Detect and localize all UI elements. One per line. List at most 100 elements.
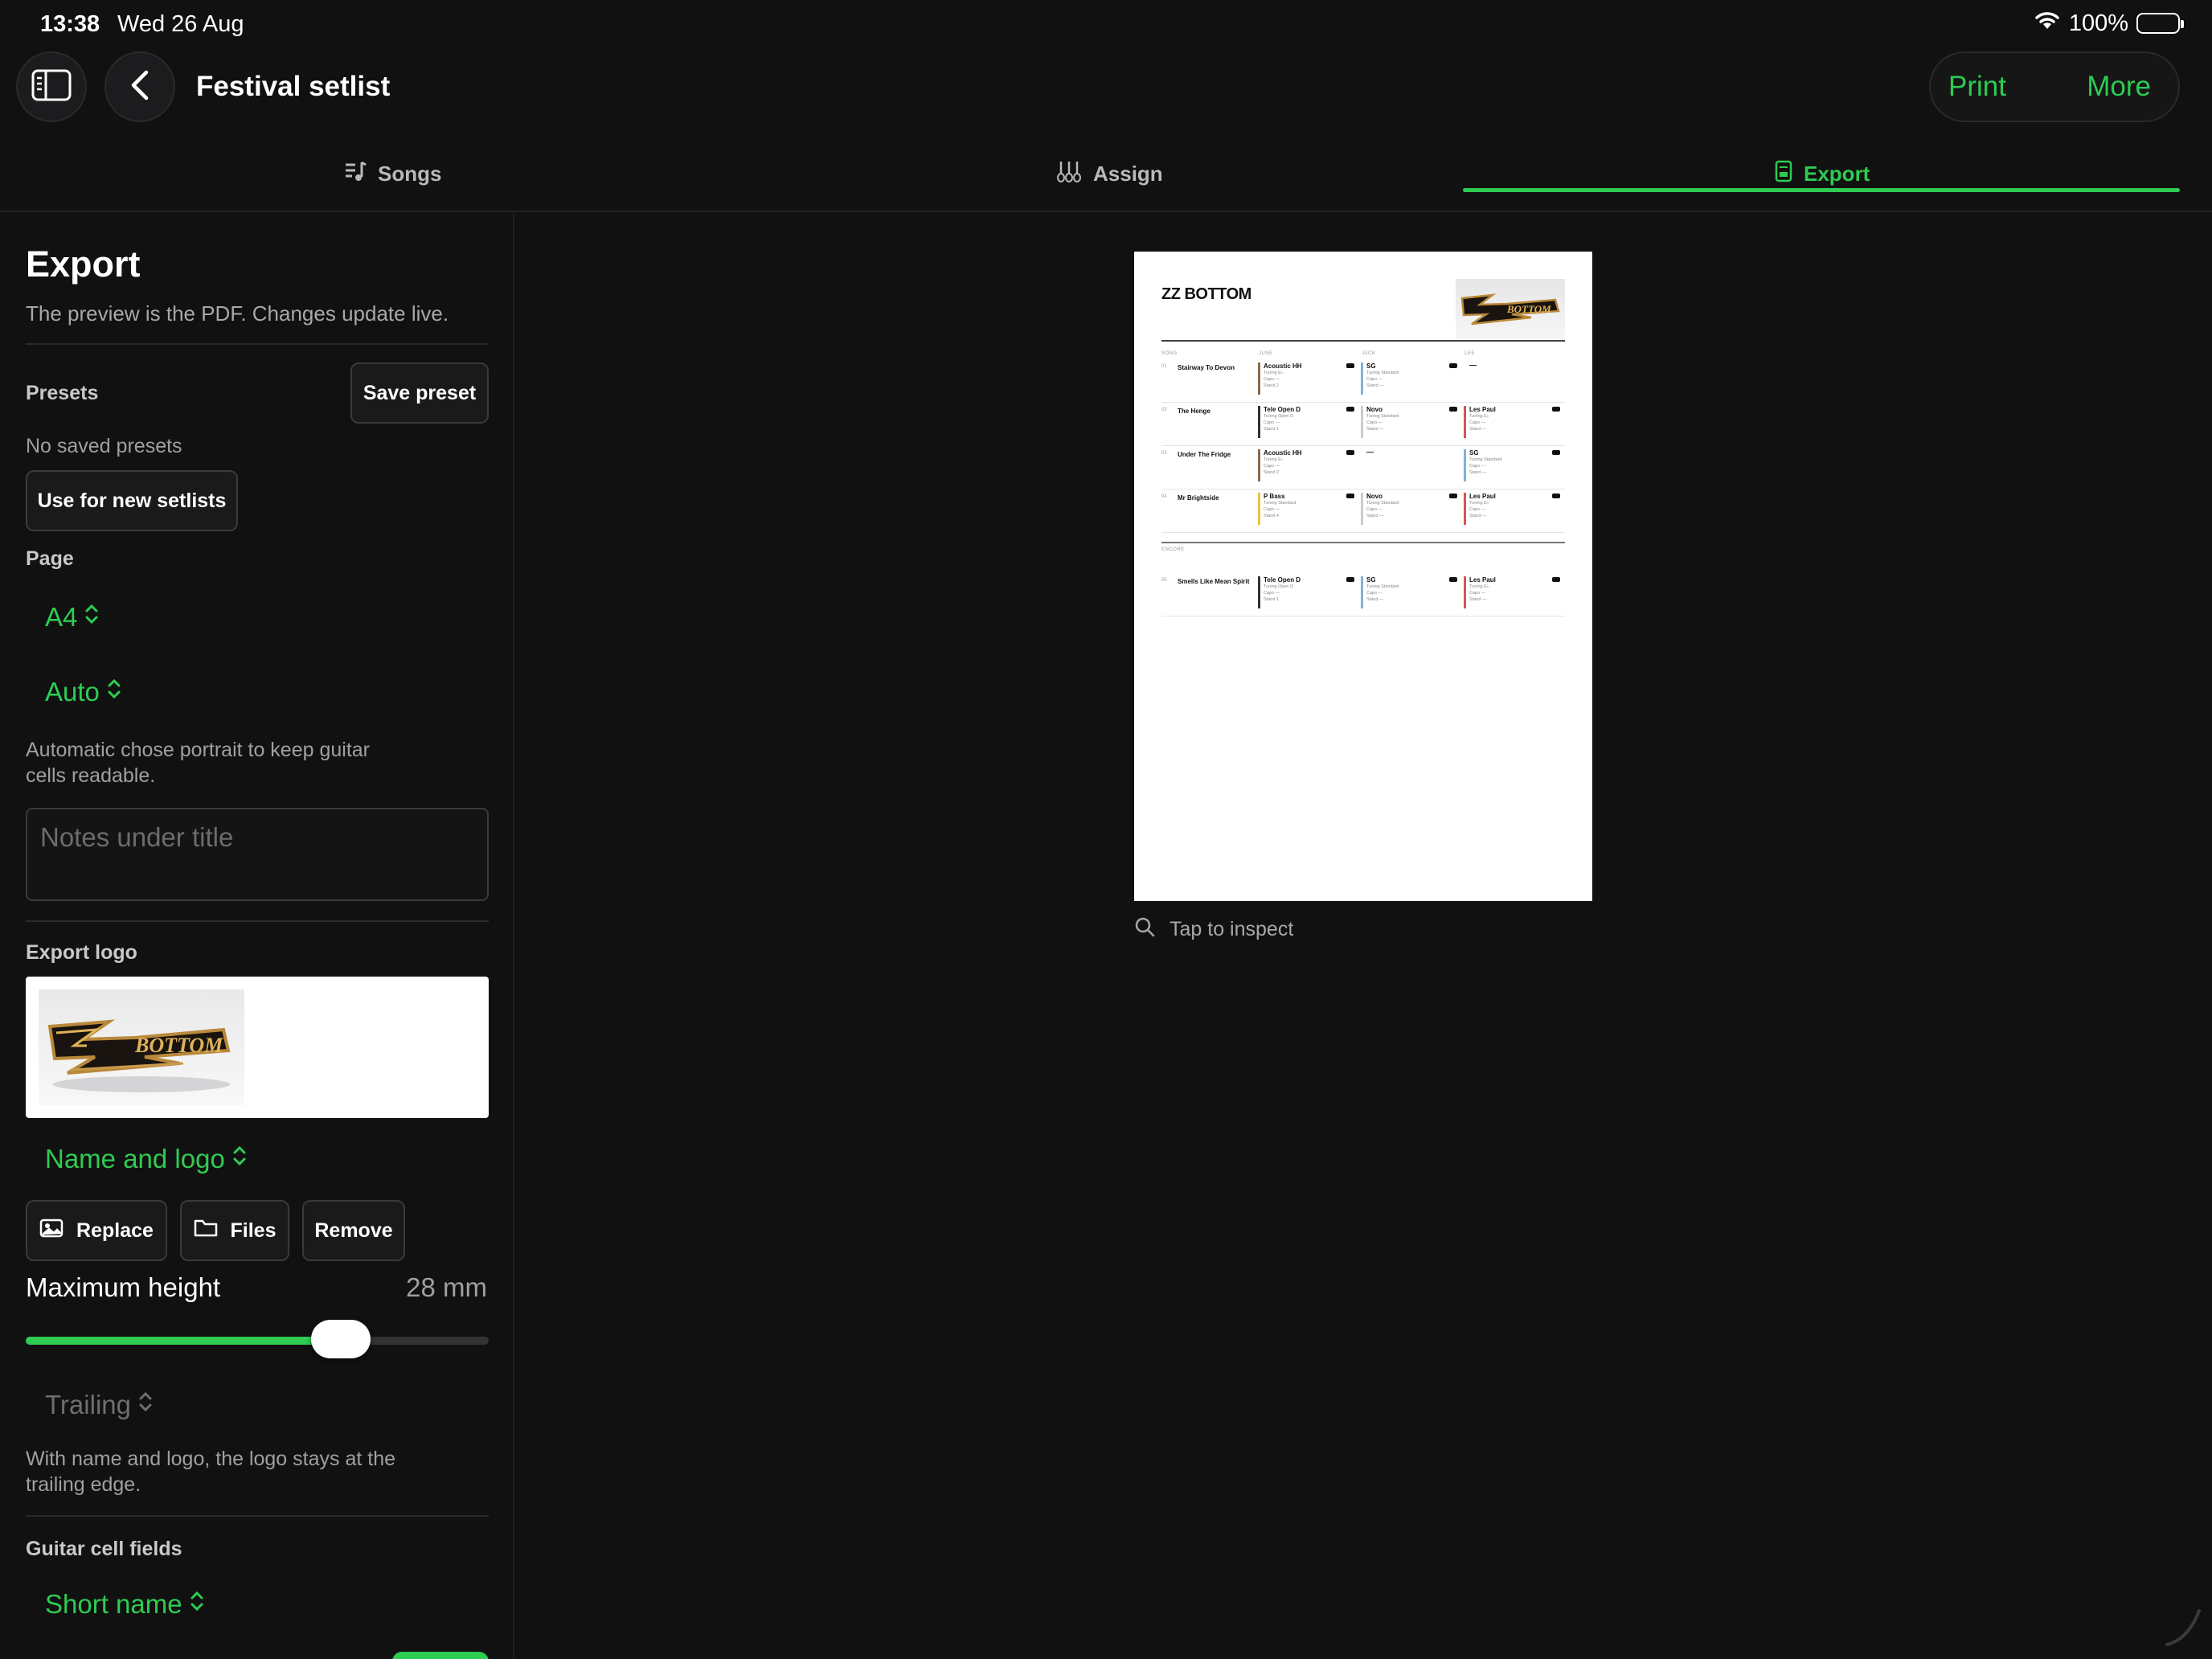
pdf-guitar-name: SG bbox=[1469, 449, 1479, 457]
tab-assign[interactable]: Assign bbox=[1056, 150, 1163, 198]
print-button[interactable]: Print bbox=[1948, 71, 2006, 103]
notes-under-title-field[interactable]: Notes under title bbox=[26, 808, 489, 901]
more-button[interactable]: More bbox=[2087, 71, 2151, 103]
replace-logo-button[interactable]: Replace bbox=[26, 1200, 167, 1261]
chevron-up-down-icon bbox=[231, 1144, 248, 1174]
slider-thumb[interactable] bbox=[311, 1320, 371, 1358]
guitar-amp-icon bbox=[1449, 494, 1457, 498]
logo-alignment-picker[interactable]: Trailing bbox=[45, 1390, 154, 1420]
pdf-col-lee: LEE bbox=[1464, 351, 1475, 356]
back-button[interactable] bbox=[104, 51, 175, 122]
pdf-guitar-name: Novo bbox=[1366, 406, 1382, 413]
pdf-guitar-name: — bbox=[1469, 361, 1477, 369]
pdf-song-number: 02 bbox=[1161, 408, 1167, 412]
pdf-song-title: Stairway To Devon bbox=[1178, 364, 1235, 371]
pdf-song-row: 05 Smells Like Mean Spirit Tele Open D Tuni… bbox=[1161, 573, 1565, 616]
pdf-guitar-cell: Les Paul Tuning E♭ Capo — Stand — bbox=[1464, 491, 1562, 528]
pdf-preview[interactable]: ZZ BOTTOM BOTTOM SONG JUNE JACK LEE 01 St… bbox=[1134, 252, 1592, 901]
tab-export-label: Export bbox=[1804, 161, 1870, 186]
pdf-col-jack: JACK bbox=[1362, 351, 1376, 356]
pdf-song-title: Under The Fridge bbox=[1178, 451, 1231, 458]
tap-to-inspect-button[interactable]: Tap to inspect bbox=[1134, 916, 1293, 943]
presets-label: Presets bbox=[26, 382, 99, 404]
chevron-up-down-icon bbox=[106, 677, 122, 707]
battery-percent: 100% bbox=[2068, 10, 2128, 36]
guitar-field-picker[interactable]: Short name bbox=[45, 1589, 205, 1620]
orientation-picker[interactable]: Auto bbox=[45, 677, 122, 707]
max-height-value: 28 mm bbox=[406, 1272, 487, 1302]
logo-mode-picker[interactable]: Name and logo bbox=[45, 1144, 248, 1174]
files-button[interactable]: Files bbox=[180, 1200, 289, 1261]
guitar-color-bar bbox=[1258, 449, 1260, 481]
pdf-guitar-cell: Les Paul Tuning E♭ Capo — Stand — bbox=[1464, 404, 1562, 441]
max-height-slider[interactable] bbox=[26, 1320, 489, 1358]
guitar-color-bar bbox=[1464, 493, 1466, 525]
pdf-guitar-cell: Tele Open D Tuning Open D Capo — Stand 1 bbox=[1258, 575, 1356, 612]
pdf-guitar-cell: Acoustic HH Tuning E♭ Capo — Stand 2 bbox=[1258, 361, 1356, 398]
pdf-guitar-meta: Capo — bbox=[1469, 591, 1486, 596]
panel-subtitle: The preview is the PDF. Changes update l… bbox=[26, 301, 449, 326]
pdf-guitar-meta: Capo — bbox=[1366, 377, 1383, 382]
guitars-icon bbox=[1056, 160, 1082, 188]
pdf-guitar-cell: SG Tuning Standard Capo — Stand — bbox=[1361, 575, 1459, 612]
guitar-color-bar bbox=[1258, 406, 1260, 438]
pdf-guitar-meta: Tuning Standard bbox=[1366, 414, 1399, 419]
pdf-guitar-meta: Stand — bbox=[1469, 597, 1487, 602]
pdf-guitar-meta: Stand — bbox=[1469, 514, 1487, 518]
pdf-guitar-cell: Novo Tuning Standard Capo — Stand — bbox=[1361, 404, 1459, 441]
toggle-switch[interactable] bbox=[392, 1652, 489, 1659]
pdf-song-row: 01 Stairway To Devon Acoustic HH Tuning E♭ C… bbox=[1161, 359, 1565, 403]
pdf-guitar-meta: Capo — bbox=[1469, 464, 1486, 469]
guitar-amp-icon bbox=[1346, 363, 1354, 368]
pdf-guitar-meta: Tuning E♭ bbox=[1469, 584, 1489, 589]
pdf-guitar-meta: Capo — bbox=[1264, 377, 1280, 382]
max-height-label: Maximum height bbox=[26, 1272, 221, 1302]
remove-logo-button[interactable]: Remove bbox=[302, 1200, 405, 1261]
sidebar-toggle-button[interactable] bbox=[16, 51, 87, 122]
status-right: 100% bbox=[2034, 10, 2184, 37]
tab-songs[interactable]: Songs bbox=[344, 150, 441, 198]
folder-icon bbox=[194, 1219, 218, 1243]
guitar-cell-fields-label: Guitar cell fields bbox=[26, 1538, 182, 1560]
pdf-song-number: 03 bbox=[1161, 451, 1167, 456]
page-title: Festival setlist bbox=[196, 71, 391, 102]
battery-icon bbox=[2136, 13, 2184, 34]
guitar-amp-icon bbox=[1552, 494, 1560, 498]
pdf-guitar-meta: Stand — bbox=[1366, 514, 1384, 518]
pdf-guitar-meta: Stand 2 bbox=[1264, 470, 1279, 475]
save-preset-button[interactable]: Save preset bbox=[350, 363, 489, 424]
pdf-guitar-cell: SG Tuning Standard Capo — Stand — bbox=[1361, 361, 1459, 398]
pdf-guitar-meta: Stand — bbox=[1366, 597, 1384, 602]
slider-fill bbox=[26, 1337, 341, 1345]
pdf-song-title: Smells Like Mean Spirit bbox=[1178, 578, 1250, 585]
export-settings-panel: Export The preview is the PDF. Changes u… bbox=[0, 213, 514, 1659]
pdf-song-title: The Henge bbox=[1178, 408, 1210, 415]
pdf-guitar-meta: Stand — bbox=[1366, 383, 1384, 388]
logo-preview[interactable]: BOTTOM bbox=[26, 977, 489, 1118]
pdf-guitar-name: Les Paul bbox=[1469, 576, 1496, 584]
guitar-color-bar bbox=[1361, 406, 1363, 438]
pdf-guitar-meta: Capo — bbox=[1264, 591, 1280, 596]
pdf-guitar-cell: — bbox=[1464, 361, 1562, 398]
pdf-guitar-meta: Tuning Open D bbox=[1264, 414, 1294, 419]
pdf-guitar-cell: Novo Tuning Standard Capo — Stand — bbox=[1361, 491, 1459, 528]
guitar-color-bar bbox=[1258, 493, 1260, 525]
pdf-song-row: 04 Mr Brightside P Bass Tuning Standard Capo… bbox=[1161, 490, 1565, 533]
pdf-guitar-meta: Tuning Standard bbox=[1366, 501, 1399, 506]
chevron-up-down-icon bbox=[189, 1589, 205, 1620]
pdf-guitar-meta: Stand 2 bbox=[1264, 383, 1279, 388]
pdf-guitar-meta: Capo — bbox=[1264, 507, 1280, 512]
pdf-guitar-meta: Tuning E♭ bbox=[1469, 501, 1489, 506]
guitar-amp-icon bbox=[1552, 450, 1560, 455]
guitar-color-bar bbox=[1361, 363, 1363, 395]
pdf-guitar-name: Les Paul bbox=[1469, 406, 1496, 413]
pdf-guitar-meta: Capo — bbox=[1264, 464, 1280, 469]
pdf-band-name: ZZ BOTTOM bbox=[1161, 285, 1251, 303]
use-for-new-setlists-button[interactable]: Use for new setlists bbox=[26, 470, 238, 531]
pdf-document-icon bbox=[1775, 160, 1792, 188]
status-bar: 13:38 Wed 26 Aug 100% bbox=[0, 0, 2212, 51]
svg-text:BOTTOM: BOTTOM bbox=[134, 1034, 223, 1057]
pdf-guitar-name: SG bbox=[1366, 363, 1376, 370]
guitar-amp-icon bbox=[1552, 407, 1560, 412]
paper-size-picker[interactable]: A4 bbox=[45, 602, 100, 633]
